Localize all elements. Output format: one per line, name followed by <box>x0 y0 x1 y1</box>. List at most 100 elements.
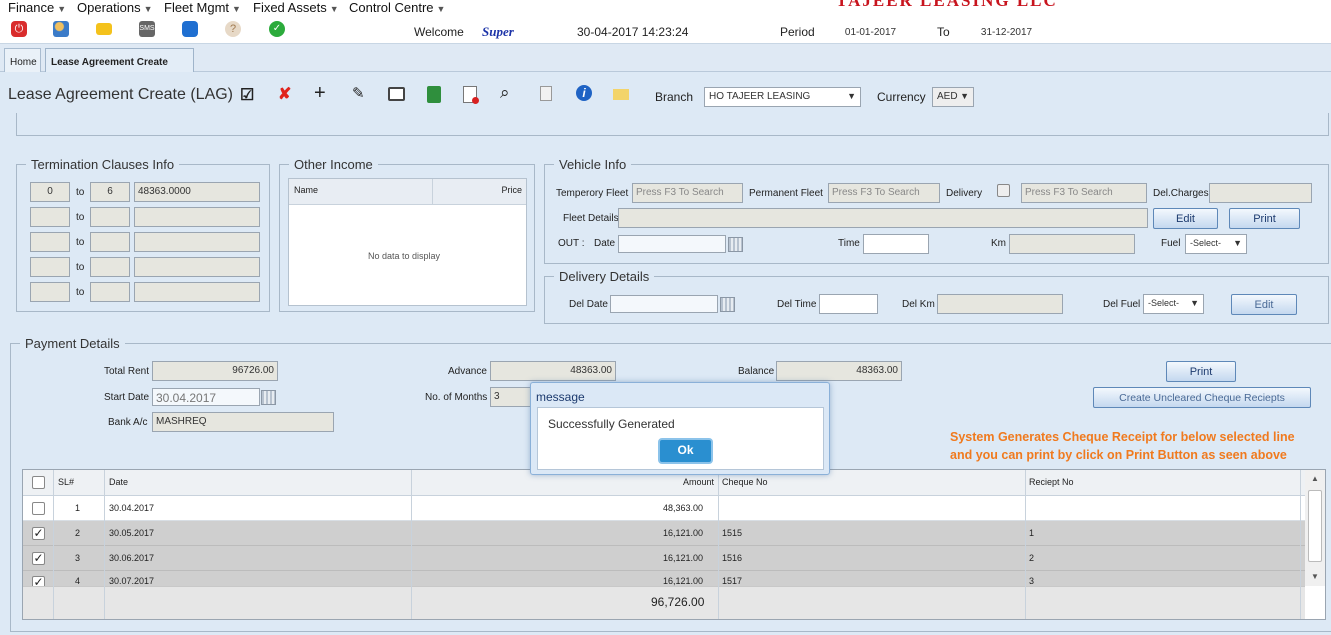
delcharges-input[interactable] <box>1209 183 1312 203</box>
pdf-icon[interactable] <box>463 86 479 104</box>
calendar-icon[interactable] <box>720 297 735 312</box>
email-icon[interactable] <box>613 89 629 100</box>
fleet-print-button[interactable]: Print <box>1229 208 1300 229</box>
out-date-input[interactable] <box>618 235 726 253</box>
balance-input[interactable]: 48363.00 <box>776 361 902 381</box>
bank-input[interactable]: MASHREQ <box>152 412 334 432</box>
check-icon[interactable]: ✓ <box>269 21 285 37</box>
termination-amount-1[interactable]: 48363.0000 <box>134 182 260 202</box>
menu-bar: Finance ▼ Operations ▼ Fleet Mgmt ▼ Fixed A… <box>0 0 1331 16</box>
row-checkbox[interactable]: ✓ <box>32 576 45 586</box>
excel-icon[interactable] <box>427 86 441 103</box>
del-km-input[interactable] <box>937 294 1063 314</box>
period-from-field[interactable]: 01-01-2017 <box>823 24 918 41</box>
del-edit-button[interactable]: Edit <box>1231 294 1297 315</box>
termination-legend: Termination Clauses Info <box>26 157 180 172</box>
termination-amount-5[interactable] <box>134 282 260 302</box>
months-input[interactable]: 3 <box>490 387 535 407</box>
mail-icon[interactable] <box>96 23 112 35</box>
payment-print-button[interactable]: Print <box>1166 361 1236 382</box>
calendar-icon[interactable] <box>261 390 276 405</box>
users-icon[interactable] <box>53 21 69 37</box>
del-date-input[interactable] <box>610 295 718 313</box>
termination-from-4[interactable] <box>30 257 70 277</box>
menu-control-centre[interactable]: Control Centre ▼ <box>349 0 445 15</box>
grid-scrollbar[interactable]: ▲ ▼ <box>1305 470 1325 586</box>
branch-label: Branch <box>655 90 694 104</box>
table-row[interactable]: ✓ 3 30.06.2017 16,121.00 1516 2 <box>23 546 1305 571</box>
fuel-select[interactable]: -Select- ▼ <box>1185 234 1247 254</box>
sms-icon[interactable]: SMS <box>139 21 155 37</box>
period-to-field[interactable]: 31-12-2017 <box>959 24 1054 41</box>
termination-to-1[interactable]: 6 <box>90 182 130 202</box>
del-time-input[interactable] <box>819 294 878 314</box>
row-date: 30.04.2017 <box>109 503 155 513</box>
total-rent-input[interactable]: 96726.00 <box>152 361 278 381</box>
menu-fleet-mgmt[interactable]: Fleet Mgmt ▼ <box>164 0 241 15</box>
termination-from-1[interactable]: 0 <box>30 182 70 202</box>
attach-icon[interactable] <box>540 86 552 101</box>
grid-total: 96,726.00 <box>651 595 705 609</box>
add-icon[interactable]: + <box>314 82 326 105</box>
select-all-checkbox[interactable] <box>32 476 45 489</box>
to-label: to <box>76 237 85 248</box>
delivery-checkbox[interactable] <box>997 184 1010 197</box>
scroll-thumb[interactable] <box>1308 490 1322 562</box>
row-checkbox[interactable]: ✓ <box>32 527 45 540</box>
termination-amount-3[interactable] <box>134 232 260 252</box>
termination-from-3[interactable] <box>30 232 70 252</box>
out-km-input[interactable] <box>1009 234 1135 254</box>
fleet-edit-button[interactable]: Edit <box>1153 208 1218 229</box>
advance-input[interactable]: 48363.00 <box>490 361 616 381</box>
tab-home[interactable]: Home <box>4 48 41 72</box>
tab-lease-agreement-create[interactable]: Lease Agreement Create <box>45 48 194 72</box>
start-date-input[interactable]: 30.04.2017 <box>152 388 260 406</box>
termination-from-2[interactable] <box>30 207 70 227</box>
table-row[interactable]: ✓ 4 30.07.2017 16,121.00 1517 3 <box>23 571 1305 586</box>
table-row[interactable]: ✓ 2 30.05.2017 16,121.00 1515 1 <box>23 521 1305 546</box>
row-checkbox[interactable] <box>32 502 45 515</box>
message-dialog: message Successfully Generated Ok <box>530 382 830 475</box>
cancel-icon[interactable]: ✘ <box>278 84 291 104</box>
currency-select[interactable]: AED ▼ <box>932 87 974 107</box>
termination-from-5[interactable] <box>30 282 70 302</box>
print-icon[interactable] <box>388 87 405 101</box>
termination-amount-2[interactable] <box>134 207 260 227</box>
row-checkbox[interactable]: ✓ <box>32 552 45 565</box>
delivery-search-input[interactable]: Press F3 To Search <box>1021 183 1147 203</box>
scroll-down-icon[interactable]: ▼ <box>1311 572 1319 581</box>
fleet-details-input[interactable] <box>618 208 1148 228</box>
del-fuel-label: Del Fuel <box>1103 299 1141 310</box>
table-row[interactable]: 1 30.04.2017 48,363.00 <box>23 496 1305 521</box>
start-date-label: Start Date <box>104 392 150 403</box>
branch-select[interactable]: HO TAJEER LEASING ▼ <box>704 87 861 107</box>
fleet-details-label: Fleet Details <box>563 213 619 224</box>
search-icon[interactable]: ⌕ <box>500 83 510 103</box>
perm-fleet-input[interactable]: Press F3 To Search <box>828 183 940 203</box>
termination-amount-4[interactable] <box>134 257 260 277</box>
menu-fixed-assets[interactable]: Fixed Assets ▼ <box>253 0 339 15</box>
ok-button[interactable]: Ok <box>658 438 713 464</box>
save-icon[interactable]: ☑ <box>240 85 254 105</box>
bank-label: Bank A/c <box>108 417 148 428</box>
scroll-up-icon[interactable]: ▲ <box>1311 474 1319 483</box>
out-km-label: Km <box>991 238 1006 249</box>
menu-finance[interactable]: Finance ▼ <box>8 0 66 15</box>
out-time-input[interactable] <box>863 234 929 254</box>
termination-to-5[interactable] <box>90 282 130 302</box>
termination-to-3[interactable] <box>90 232 130 252</box>
power-icon[interactable]: ⏻ <box>11 21 27 37</box>
menu-operations[interactable]: Operations ▼ <box>77 0 153 15</box>
create-receipts-button[interactable]: Create Uncleared Cheque Reciepts <box>1093 387 1311 408</box>
termination-to-2[interactable] <box>90 207 130 227</box>
calendar-icon[interactable] <box>728 237 743 252</box>
chat-icon[interactable] <box>182 21 198 37</box>
help-icon[interactable]: ? <box>225 21 241 37</box>
termination-to-4[interactable] <box>90 257 130 277</box>
temp-fleet-input[interactable]: Press F3 To Search <box>632 183 743 203</box>
del-fuel-select[interactable]: -Select- ▼ <box>1143 294 1204 314</box>
info-icon[interactable]: i <box>576 85 592 101</box>
edit-icon[interactable]: ✎ <box>352 84 365 102</box>
welcome-label: Welcome <box>414 25 464 39</box>
row-sl: 4 <box>75 576 81 586</box>
